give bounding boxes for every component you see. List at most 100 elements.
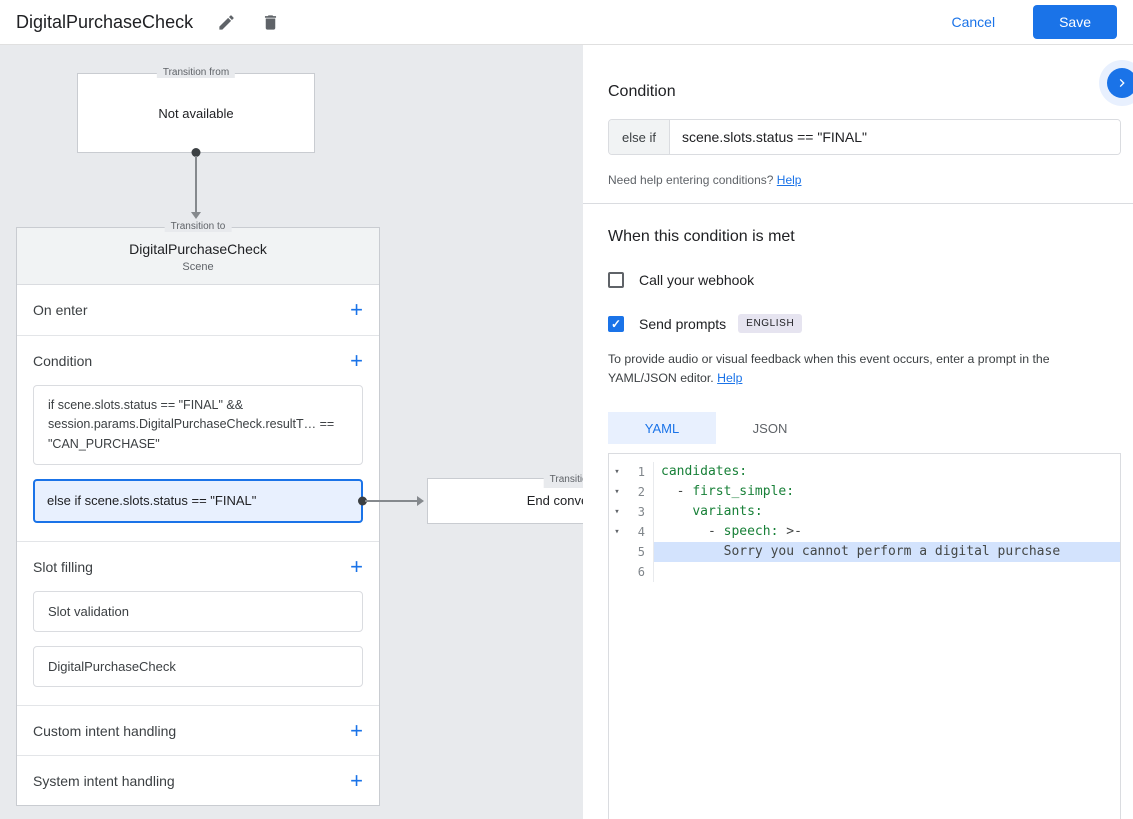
condition-item-text: else if scene.slots.status == "FINAL" xyxy=(47,493,257,509)
collapse-panel-button[interactable] xyxy=(1107,68,1133,98)
section-custom-intent[interactable]: Custom intent handling + xyxy=(17,705,379,755)
send-prompts-checkbox[interactable]: ✓ xyxy=(608,315,624,332)
line-number: 4 xyxy=(637,525,645,540)
fold-toggle-icon[interactable]: ▾ xyxy=(609,462,625,482)
editor-line: 6 xyxy=(609,562,1120,583)
fold-toggle-icon xyxy=(609,542,625,562)
code-line[interactable] xyxy=(653,562,1120,583)
code-plain: Sorry you cannot perform a digital purch… xyxy=(661,544,1061,560)
save-button[interactable]: Save xyxy=(1033,5,1117,39)
line-number: 2 xyxy=(637,485,645,500)
scene-card-header: DigitalPurchaseCheck Scene xyxy=(17,228,379,285)
tab-yaml[interactable]: YAML xyxy=(608,412,716,445)
line-number: 6 xyxy=(637,565,645,580)
editor-line: ▾ 3 variants: xyxy=(609,502,1120,523)
fold-toggle-icon xyxy=(609,562,625,582)
prompt-help-link[interactable]: Help xyxy=(717,371,742,385)
condition-prefix: else if xyxy=(609,120,670,154)
code-line[interactable]: candidates: xyxy=(653,462,1120,483)
code-plain: - xyxy=(661,524,724,540)
section-divider xyxy=(583,203,1133,204)
condition-met-heading: When this condition is met xyxy=(608,228,795,245)
editor-format-tabs: YAML JSON xyxy=(608,412,1121,445)
end-node-label: Transition to xyxy=(543,472,583,488)
add-slot-button[interactable]: + xyxy=(350,555,363,578)
fold-toggle-icon[interactable]: ▾ xyxy=(609,502,625,522)
custom-intent-label: Custom intent handling xyxy=(33,722,177,739)
arrow-right-icon xyxy=(417,496,424,507)
tab-json[interactable]: JSON xyxy=(716,412,824,444)
end-node-content: End conversation xyxy=(526,493,583,509)
line-number: 5 xyxy=(637,545,645,560)
webhook-label: Call your webhook xyxy=(639,272,755,288)
code-plain: >- xyxy=(778,524,802,540)
transition-from-node[interactable]: Transition from Not available xyxy=(77,67,315,219)
add-custom-intent-button[interactable]: + xyxy=(350,719,363,742)
edit-title-button[interactable] xyxy=(215,11,237,33)
transition-from-content: Not available xyxy=(158,105,234,121)
panel-heading: Condition xyxy=(608,83,676,100)
chevron-right-icon xyxy=(1119,79,1125,87)
transition-from-label: Transition from xyxy=(156,67,236,78)
code-plain xyxy=(661,504,692,519)
code-key: candidates: xyxy=(661,464,748,480)
fold-toggle-icon[interactable]: ▾ xyxy=(609,522,625,542)
code-key: first_simple: xyxy=(692,484,795,500)
editor-line: ▾ 2 - first_simple: xyxy=(609,482,1120,503)
section-system-intent[interactable]: System intent handling + xyxy=(17,755,379,805)
yaml-code-editor[interactable]: ▾ 1 candidates: ▾ 2 - first_simple: ▾ 3 … xyxy=(608,453,1121,819)
scene-diagram-panel: Transition from Not available Transition… xyxy=(0,45,583,819)
add-system-intent-button[interactable]: + xyxy=(350,769,363,792)
scene-card: Transition to DigitalPurchaseCheck Scene… xyxy=(16,221,583,807)
line-number: 1 xyxy=(637,465,645,480)
webhook-checkbox[interactable] xyxy=(608,272,624,288)
prompt-hint-text: To provide audio or visual feedback when… xyxy=(608,350,1116,388)
condition-expression-row: else if xyxy=(608,119,1121,155)
slot-filling-label: Slot filling xyxy=(33,558,93,575)
section-slot-filling[interactable]: Slot filling + xyxy=(17,541,379,591)
fold-toggle-icon[interactable]: ▾ xyxy=(609,482,625,502)
language-badge: ENGLISH xyxy=(738,314,803,333)
line-number: 3 xyxy=(637,505,645,520)
condition-list: if scene.slots.status == "FINAL" && sess… xyxy=(17,385,583,541)
conditions-help-link[interactable]: Help xyxy=(777,173,802,187)
pencil-icon xyxy=(218,14,234,30)
code-line[interactable]: - first_simple: xyxy=(653,482,1120,503)
send-prompts-row: ✓ Send prompts ENGLISH xyxy=(608,314,1121,333)
section-condition[interactable]: Condition + xyxy=(17,335,379,385)
arrow-down-icon xyxy=(191,212,201,219)
condition-section-label: Condition xyxy=(33,352,93,369)
conditions-help-text: Need help entering conditions? Help xyxy=(608,173,1121,187)
condition-editor-panel: Condition else if Need help entering con… xyxy=(583,45,1133,819)
editor-line-highlighted: 5 Sorry you cannot perform a digital pur… xyxy=(609,542,1120,563)
help-question: Need help entering conditions? xyxy=(608,173,774,187)
add-on-enter-button[interactable]: + xyxy=(350,299,363,321)
condition-expression-input[interactable] xyxy=(669,120,1120,154)
main-area: Transition from Not available Transition… xyxy=(0,45,1133,819)
connector-line xyxy=(195,156,197,214)
system-intent-label: System intent handling xyxy=(33,772,175,789)
slot-item[interactable]: DigitalPurchaseCheck xyxy=(33,646,363,688)
delete-scene-button[interactable] xyxy=(259,11,281,33)
trash-icon xyxy=(264,14,276,30)
add-condition-button[interactable]: + xyxy=(350,349,363,372)
webhook-row: Call your webhook xyxy=(608,272,1121,288)
condition-item-selected[interactable]: else if scene.slots.status == "FINAL" Tr… xyxy=(33,472,583,525)
cancel-button[interactable]: Cancel xyxy=(945,13,1001,31)
end-conversation-node[interactable]: Transition to End conversation xyxy=(427,472,583,525)
slot-list: Slot validation DigitalPurchaseCheck xyxy=(17,591,379,705)
code-line[interactable]: Sorry you cannot perform a digital purch… xyxy=(653,542,1120,563)
scene-name: DigitalPurchaseCheck xyxy=(129,241,267,257)
scene-type: Scene xyxy=(182,261,214,273)
code-line[interactable]: variants: xyxy=(653,502,1120,523)
condition-item[interactable]: if scene.slots.status == "FINAL" && sess… xyxy=(33,385,363,466)
hint-body: To provide audio or visual feedback when… xyxy=(608,352,1050,386)
page-title: DigitalPurchaseCheck xyxy=(16,11,194,32)
code-line[interactable]: - speech: >- xyxy=(653,522,1120,543)
transition-to-label: Transition to xyxy=(164,221,232,232)
section-on-enter[interactable]: On enter + xyxy=(17,285,379,335)
code-key: speech: xyxy=(723,524,779,540)
editor-line: ▾ 4 - speech: >- xyxy=(609,522,1120,543)
slot-item[interactable]: Slot validation xyxy=(33,591,363,633)
on-enter-label: On enter xyxy=(33,302,88,318)
